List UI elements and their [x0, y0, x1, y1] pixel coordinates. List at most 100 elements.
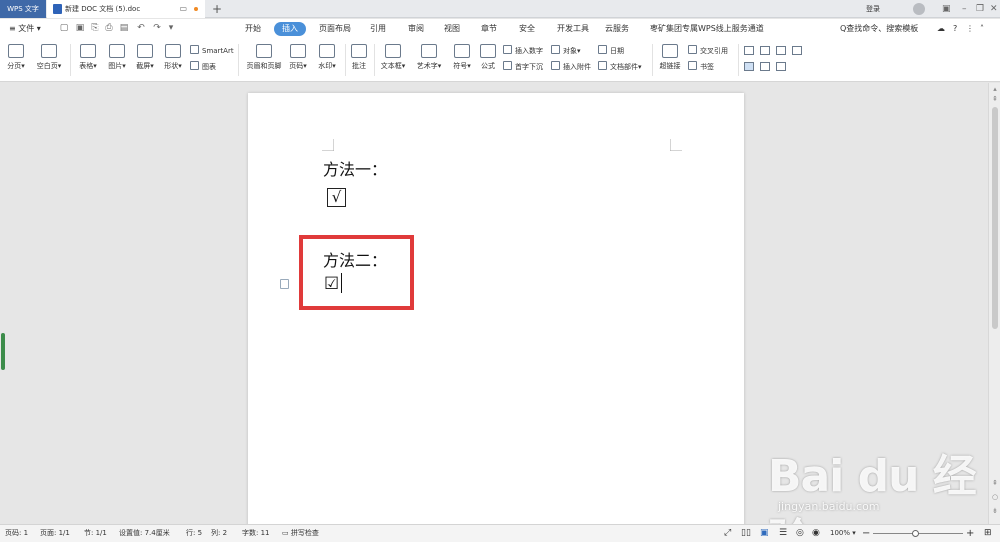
- command-search[interactable]: Q查找命令、搜索模板: [840, 19, 918, 38]
- tab-security[interactable]: 安全: [515, 22, 539, 36]
- cloud-icon[interactable]: ☁: [937, 19, 945, 38]
- tab-page-layout[interactable]: 页面布局: [315, 22, 355, 36]
- tab-view[interactable]: 视图: [440, 22, 464, 36]
- scroll-thumb[interactable]: [992, 107, 998, 329]
- date-button[interactable]: 日期: [598, 45, 624, 57]
- next-page-icon[interactable]: ⇟: [991, 507, 999, 515]
- bookmark-button[interactable]: 书签: [688, 61, 714, 73]
- watermark-button[interactable]: 水印▾: [313, 44, 341, 71]
- zoom-slider-knob[interactable]: [912, 530, 919, 537]
- status-setting-value[interactable]: 设置值: 7.4厘米: [119, 525, 170, 542]
- comment-button[interactable]: 批注: [347, 44, 371, 71]
- export-icon[interactable]: ⎘: [90, 23, 100, 33]
- hyperlink-button[interactable]: 超链接: [656, 44, 684, 71]
- zoom-dropdown[interactable]: 100% ▾: [830, 525, 856, 542]
- tab-chapter[interactable]: 章节: [477, 22, 501, 36]
- collapse-ribbon-icon[interactable]: ˄: [980, 19, 984, 38]
- avatar[interactable]: [913, 3, 925, 15]
- tab-developer[interactable]: 开发工具: [553, 22, 593, 36]
- redo-icon[interactable]: ↷: [152, 23, 162, 33]
- cross-reference-button[interactable]: 交叉引用: [688, 45, 728, 57]
- smartart-button[interactable]: SmartArt: [190, 45, 234, 57]
- wordart-button[interactable]: 艺术字▾: [412, 44, 446, 71]
- drop-cap-button[interactable]: 首字下沉: [503, 61, 543, 73]
- symbol-button[interactable]: 符号▾: [448, 44, 476, 71]
- more-icon[interactable]: ⋮: [966, 19, 974, 38]
- table-icon: [80, 44, 96, 58]
- book-view-icon[interactable]: ▯▯: [741, 525, 751, 542]
- status-column[interactable]: 列: 2: [211, 525, 227, 542]
- document-page[interactable]: 方法一： √ 方法二： ☑: [248, 93, 744, 533]
- page-view-status-icon[interactable]: ▣: [760, 525, 769, 542]
- print-icon[interactable]: ⎙: [104, 23, 114, 33]
- help-icon[interactable]: ?: [953, 19, 957, 38]
- chart-icon: [190, 61, 199, 70]
- document-parts-button[interactable]: 文档部件▾: [598, 61, 642, 73]
- previous-page-icon[interactable]: ⇞: [991, 479, 999, 487]
- chart-button[interactable]: 图表: [190, 61, 216, 73]
- restore-icon[interactable]: ❐: [976, 0, 984, 18]
- header-footer-button[interactable]: 页眉和页脚: [242, 44, 286, 71]
- document-parts-icon: [598, 61, 607, 70]
- status-word-count[interactable]: 字数: 11: [242, 525, 270, 542]
- fit-width-icon[interactable]: ⊞: [984, 525, 992, 542]
- status-pages[interactable]: 页面: 1/1: [40, 525, 70, 542]
- app-tab[interactable]: WPS 文字: [0, 0, 46, 18]
- page-view-icon[interactable]: [744, 62, 754, 71]
- spell-check-button[interactable]: ▭ 拼写检查: [282, 525, 319, 542]
- picture-button[interactable]: 图片▾: [103, 44, 131, 71]
- web-view-status-icon[interactable]: ◎: [796, 525, 804, 542]
- shape-button[interactable]: 形状▾: [159, 44, 187, 71]
- outline-view-status-icon[interactable]: ☰: [779, 525, 787, 542]
- navigation-pane-icon[interactable]: [776, 62, 786, 71]
- tab-service-channel[interactable]: 枣矿集团专属WPS线上服务通道: [646, 22, 768, 36]
- file-menu[interactable]: ≡ 文件 ▾: [9, 19, 41, 38]
- save-icon[interactable]: ▣: [75, 23, 85, 33]
- fit-page-icon[interactable]: ⤢: [724, 525, 731, 542]
- web-view-icon[interactable]: [792, 46, 802, 55]
- tab-cloud[interactable]: 云服务: [601, 22, 633, 36]
- textbox-button[interactable]: 文本框▾: [376, 44, 410, 71]
- zoom-in-button[interactable]: +: [966, 525, 974, 542]
- layout-view-icon[interactable]: [744, 46, 754, 55]
- tab-references[interactable]: 引用: [366, 22, 390, 36]
- scroll-up-icon[interactable]: ▴: [991, 85, 999, 93]
- tab-review[interactable]: 审阅: [404, 22, 428, 36]
- login-link[interactable]: 登录: [866, 0, 880, 18]
- table-button[interactable]: 表格▾: [74, 44, 102, 71]
- eye-protection-icon[interactable]: ◉: [812, 525, 820, 542]
- screenshot-button[interactable]: 截屏▾: [131, 44, 159, 71]
- minimize-icon[interactable]: –: [962, 0, 967, 18]
- page-break-button[interactable]: 分页▾: [4, 44, 28, 71]
- formula-button[interactable]: 公式: [477, 44, 499, 71]
- full-screen-icon[interactable]: [760, 62, 770, 71]
- status-page-number[interactable]: 页码: 1: [5, 525, 28, 542]
- close-icon[interactable]: ✕: [990, 0, 998, 18]
- open-icon[interactable]: ▢: [59, 23, 69, 33]
- skin-icon[interactable]: ▣: [942, 0, 951, 18]
- side-panel-handle[interactable]: [1, 333, 5, 370]
- insert-number-button[interactable]: 插入数字: [503, 45, 543, 57]
- undo-icon[interactable]: ↶: [136, 23, 146, 33]
- preview-icon[interactable]: ▤: [119, 23, 129, 33]
- tab-insert[interactable]: 插入: [274, 22, 306, 36]
- status-section[interactable]: 节: 1/1: [84, 525, 107, 542]
- insert-attachment-button[interactable]: 插入附件: [551, 61, 591, 73]
- read-view-icon[interactable]: [760, 46, 770, 55]
- blank-page-button[interactable]: 空白页▾: [34, 44, 64, 71]
- scroll-top-icon[interactable]: ⇞: [991, 95, 999, 103]
- select-browse-icon[interactable]: ○: [991, 493, 999, 501]
- tab-home[interactable]: 开始: [241, 22, 265, 36]
- status-row[interactable]: 行: 5: [186, 525, 202, 542]
- more-chevron-icon[interactable]: ▾: [166, 23, 176, 33]
- new-tab-button[interactable]: +: [212, 0, 222, 18]
- tab-restore-icon[interactable]: ▭: [179, 0, 187, 18]
- paragraph-options-icon[interactable]: [280, 279, 289, 289]
- page-number-button[interactable]: 页码▾: [286, 44, 310, 71]
- smartart-icon: [190, 45, 199, 54]
- outline-view-icon[interactable]: [776, 46, 786, 55]
- object-button[interactable]: 对象▾: [551, 45, 581, 57]
- vertical-scrollbar[interactable]: ▴ ⇞ ⇞ ○ ⇟: [988, 83, 1000, 524]
- document-tab[interactable]: 新建 DOC 文档 (5).doc ▭: [47, 0, 205, 18]
- zoom-out-button[interactable]: −: [862, 525, 870, 542]
